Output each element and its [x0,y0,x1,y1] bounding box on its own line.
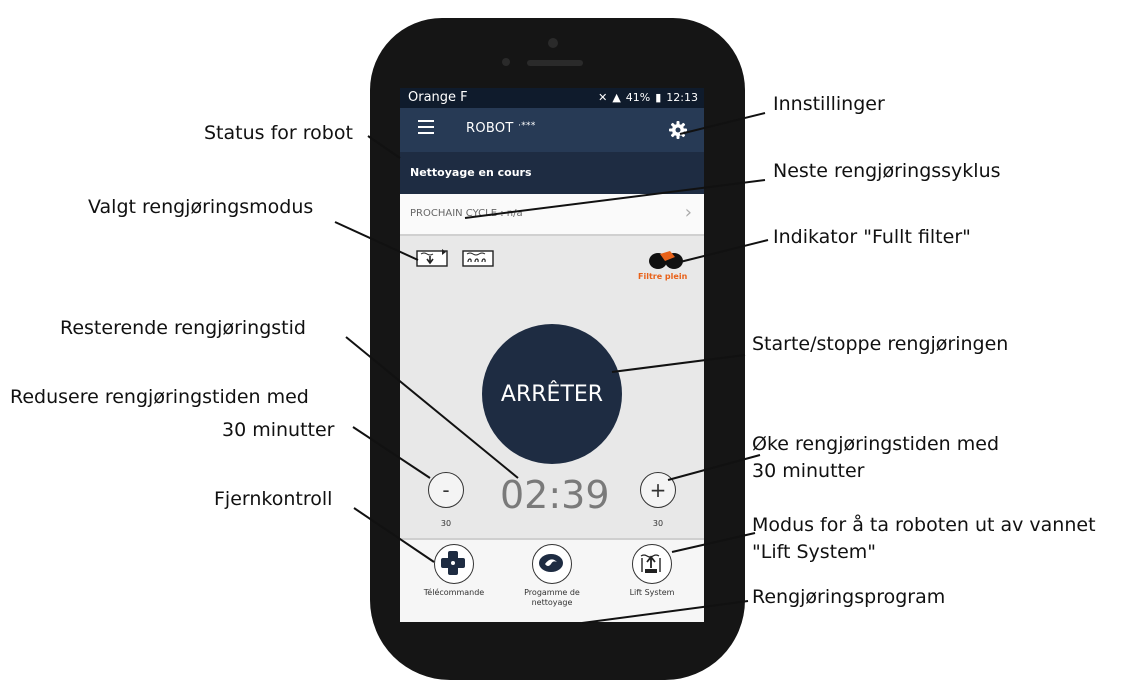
callout-program: Rengjøringsprogram [752,586,946,608]
callout-remote: Fjernkontroll [214,488,333,510]
callout-increase-line1: Øke rengjøringstiden med [752,433,1000,455]
remaining-time: 02:39 [500,473,610,517]
nav-remote-control[interactable]: Télécommande [404,544,504,598]
next-cycle-row[interactable]: PROCHAIN CYCLE : n/a › [400,194,704,236]
callout-decrease-line2: 30 minutter [222,419,335,441]
camera-icon [548,38,558,48]
increase-minutes-label: 30 [652,519,664,528]
callout-cleaning-mode: Valgt rengjøringsmodus [88,196,314,218]
increase-time-button[interactable]: + [640,472,676,508]
callout-increase-line2: 30 minutter [752,460,865,482]
full-filter-label: Filtre plein [638,272,688,281]
sensor-icon [502,58,510,66]
nav-cleaning-program[interactable]: Progamme de nettoyage [502,544,602,608]
full-filter-icon [649,251,683,269]
callout-robot-status: Status for robot [204,122,353,144]
battery-icon: ▮ [655,91,662,104]
system-status-bar: Orange F ✕ ▲ 41% ▮ 12:13 [400,88,704,108]
nav-program-label: Progamme de nettoyage [524,588,580,607]
robot-name: ROBOT [466,121,514,136]
signal-icon: ▲ [612,91,621,104]
start-stop-button[interactable]: ARRÊTER [482,324,622,464]
carrier-name: Orange F [408,90,468,105]
next-cycle-text: PROCHAIN CYCLE : n/a [410,208,523,219]
callout-remaining-time: Resterende rengjøringstid [60,317,306,339]
lift-system-icon [632,544,672,584]
chevron-right-icon: › [684,202,692,223]
status-indicators: ✕ ▲ 41% ▮ 12:13 [598,91,698,104]
robot-status-text: Nettoyage en cours [410,166,532,179]
nav-lift-system[interactable]: Lift System [602,544,702,598]
robot-id: ·*** [518,121,536,131]
battery-percent: 41% [625,91,651,104]
callout-decrease-line1: Redusere rengjøringstiden med [10,386,309,408]
menu-icon[interactable] [418,120,434,134]
app-bar: ROBOT ·*** [400,108,704,152]
next-cycle-value: n/a [506,208,523,219]
gear-icon[interactable] [668,120,688,140]
callout-settings: Innstillinger [773,93,885,115]
cleaning-program-icon [532,544,572,584]
callout-full-filter: Indikator "Fullt filter" [773,226,971,248]
callout-lift-line2: "Lift System" [752,541,877,563]
wall-mode-icon [462,250,494,267]
robot-status: Nettoyage en cours [400,152,704,194]
remote-control-icon [434,544,474,584]
speaker-grille [527,60,583,66]
mute-icon: ✕ [598,91,608,104]
app-screen: Orange F ✕ ▲ 41% ▮ 12:13 ROBOT ·*** Nett… [400,88,704,622]
decrease-time-button[interactable]: - [428,472,464,508]
nav-lift-label: Lift System [629,588,675,597]
app-title: ROBOT ·*** [466,121,536,136]
bottom-nav: Télécommande Progamme de nettoyage Lift … [400,538,704,622]
callout-next-cycle: Neste rengjøringssyklus [773,160,1001,182]
callout-start-stop: Starte/stoppe rengjøringen [752,333,1009,355]
callout-lift-line1: Modus for å ta roboten ut av vannet [752,514,1096,536]
clock: 12:13 [666,91,698,104]
next-cycle-label: PROCHAIN CYCLE : [410,208,504,219]
nav-remote-label: Télécommande [423,588,485,597]
floor-mode-icon [416,249,448,267]
decrease-minutes-label: 30 [440,519,452,528]
